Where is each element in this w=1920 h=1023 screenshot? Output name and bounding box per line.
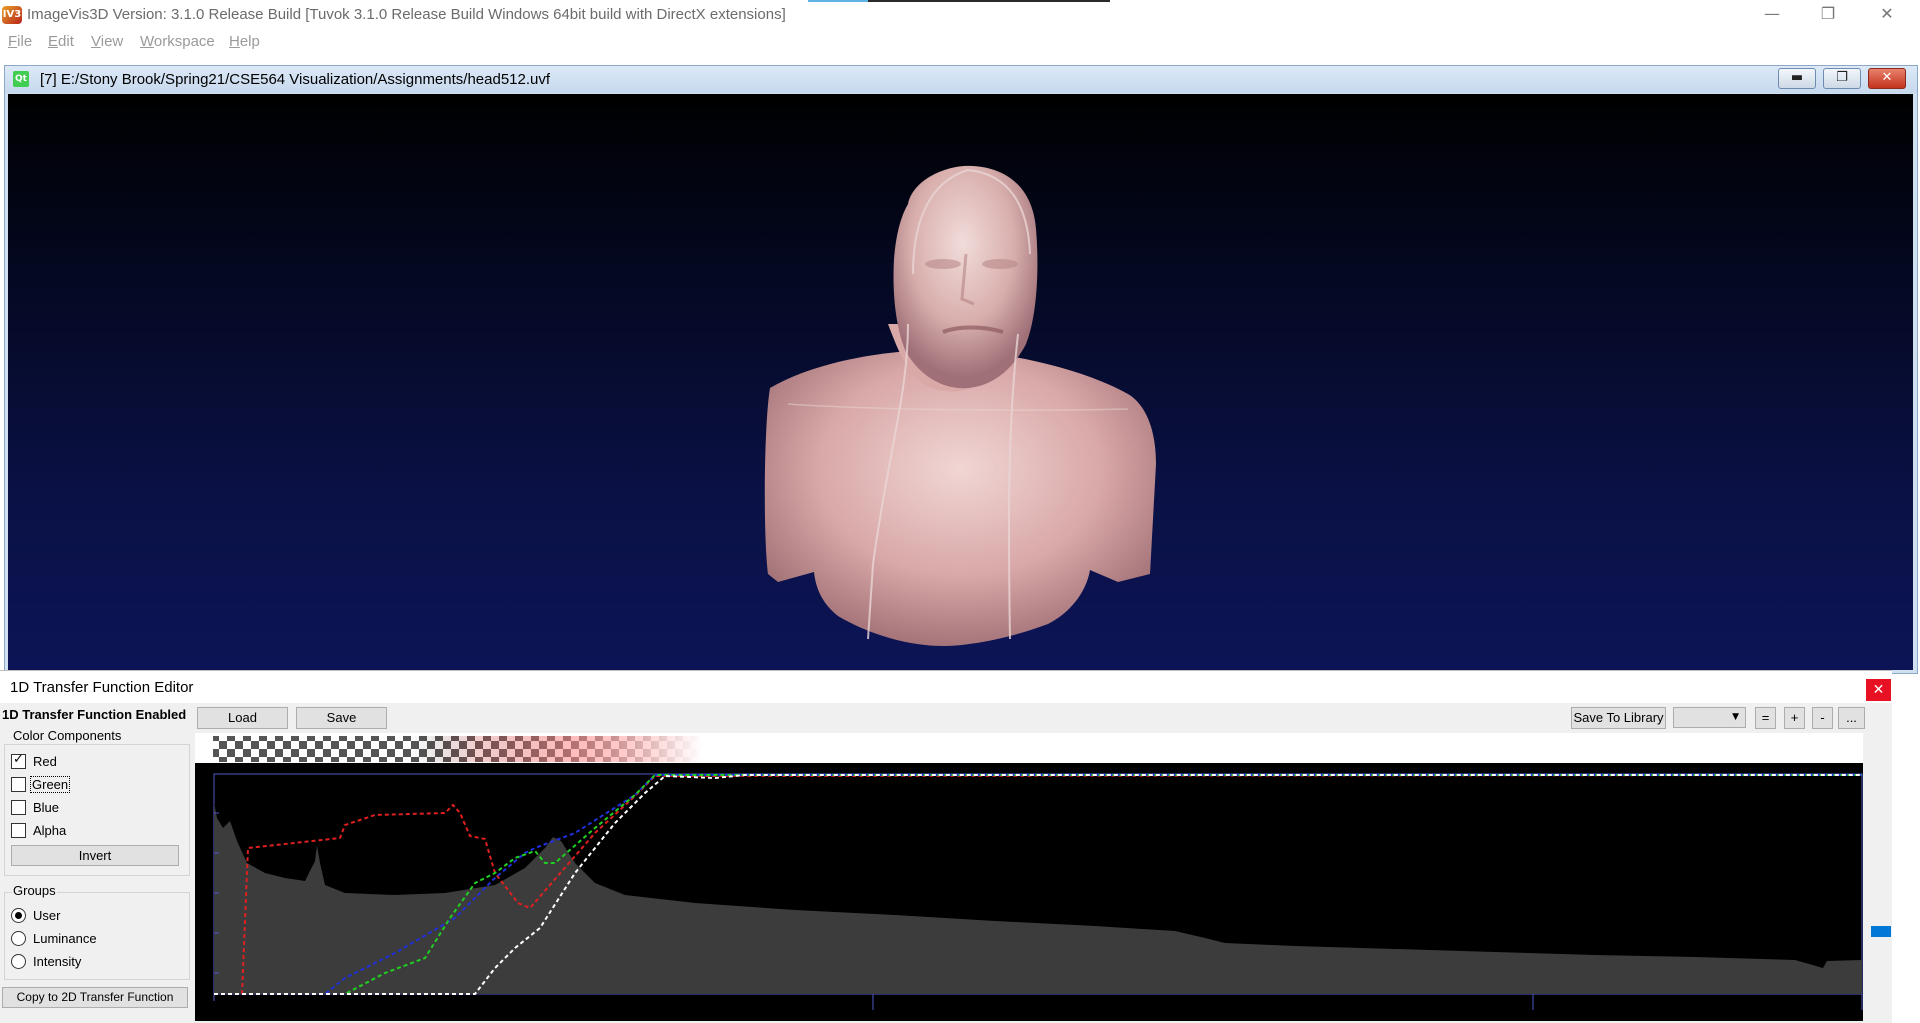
blue-checkbox[interactable]	[11, 800, 26, 815]
menu-workspace[interactable]: Workspace	[140, 33, 215, 50]
tf-editor-close-button[interactable]: ✕	[1866, 679, 1891, 701]
app-root: IV3 ImageVis3D Version: 3.1.0 Release Bu…	[0, 0, 1920, 1023]
load-button[interactable]: Load	[197, 707, 288, 729]
restore-button[interactable]: ❐	[1805, 0, 1851, 30]
subwindow-header: Qt [7] E:/Stony Brook/Spring21/CSE564 Vi…	[5, 66, 1917, 93]
red-label: Red	[33, 754, 57, 769]
tf-editor-title-bar: 1D Transfer Function Editor ✕	[0, 671, 1892, 703]
library-preset-dropdown[interactable]: ▼	[1673, 707, 1746, 728]
invert-button[interactable]: Invert	[11, 845, 179, 866]
user-radio[interactable]	[11, 908, 26, 923]
title-bar: IV3 ImageVis3D Version: 3.1.0 Release Bu…	[0, 0, 1920, 30]
loading-indicator	[808, 0, 1110, 2]
window-title: ImageVis3D Version: 3.1.0 Release Build …	[27, 6, 786, 23]
transfer-function-canvas[interactable]	[195, 733, 1867, 1021]
tf-enabled-label: 1D Transfer Function Enabled	[2, 707, 187, 722]
user-label: User	[33, 908, 61, 923]
subwindow-maximize-button[interactable]: ❐	[1823, 68, 1861, 89]
groups-group	[4, 892, 190, 980]
menu-file[interactable]: File	[8, 33, 32, 50]
green-checkbox[interactable]	[11, 777, 26, 792]
volume-rendering	[764, 165, 1156, 646]
menu-help[interactable]: Help	[229, 33, 260, 50]
menu-view[interactable]: View	[91, 33, 123, 50]
menu-edit[interactable]: Edit	[48, 33, 74, 50]
tf-editor-title: 1D Transfer Function Editor	[10, 679, 194, 696]
close-button[interactable]: ✕	[1864, 0, 1910, 30]
render-subwindow: Qt [7] E:/Stony Brook/Spring21/CSE564 Vi…	[4, 65, 1918, 674]
subwindow-minimize-button[interactable]: ▬	[1778, 68, 1816, 89]
torso-shape	[764, 352, 1156, 646]
luminance-radio[interactable]	[11, 931, 26, 946]
subwindow-close-button[interactable]: ✕	[1868, 68, 1906, 89]
qt-icon: Qt	[13, 71, 29, 87]
intensity-label: Intensity	[33, 954, 82, 969]
menu-bar: File Edit View Workspace Help	[0, 30, 1920, 54]
alpha-label: Alpha	[33, 823, 67, 838]
equals-button[interactable]: =	[1755, 707, 1776, 729]
tf-scrollbar-thumb[interactable]	[1871, 926, 1891, 937]
more-options-button[interactable]: ...	[1838, 707, 1865, 729]
chevron-down-icon: ▼	[1732, 712, 1739, 722]
copy-to-2d-button[interactable]: Copy to 2D Transfer Function	[2, 987, 188, 1008]
save-button[interactable]: Save	[296, 707, 387, 729]
subwindow-title: [7] E:/Stony Brook/Spring21/CSE564 Visua…	[40, 71, 551, 88]
color-components-title: Color Components	[12, 728, 123, 743]
groups-title: Groups	[12, 883, 57, 898]
red-checkbox[interactable]	[11, 752, 26, 769]
intensity-radio[interactable]	[11, 954, 26, 969]
green-label: Green	[29, 776, 71, 793]
minimize-button[interactable]: —	[1749, 0, 1795, 30]
minus-button[interactable]: -	[1812, 707, 1833, 729]
luminance-label: Luminance	[33, 931, 97, 946]
tf-scrollbar[interactable]	[1870, 733, 1892, 1021]
blue-label: Blue	[33, 800, 60, 815]
render-viewport[interactable]	[8, 94, 1913, 670]
app-logo-icon: IV3	[2, 6, 22, 24]
plus-button[interactable]: +	[1784, 707, 1805, 729]
alpha-checkbox[interactable]	[11, 823, 26, 838]
save-to-library-button[interactable]: Save To Library	[1571, 707, 1666, 729]
